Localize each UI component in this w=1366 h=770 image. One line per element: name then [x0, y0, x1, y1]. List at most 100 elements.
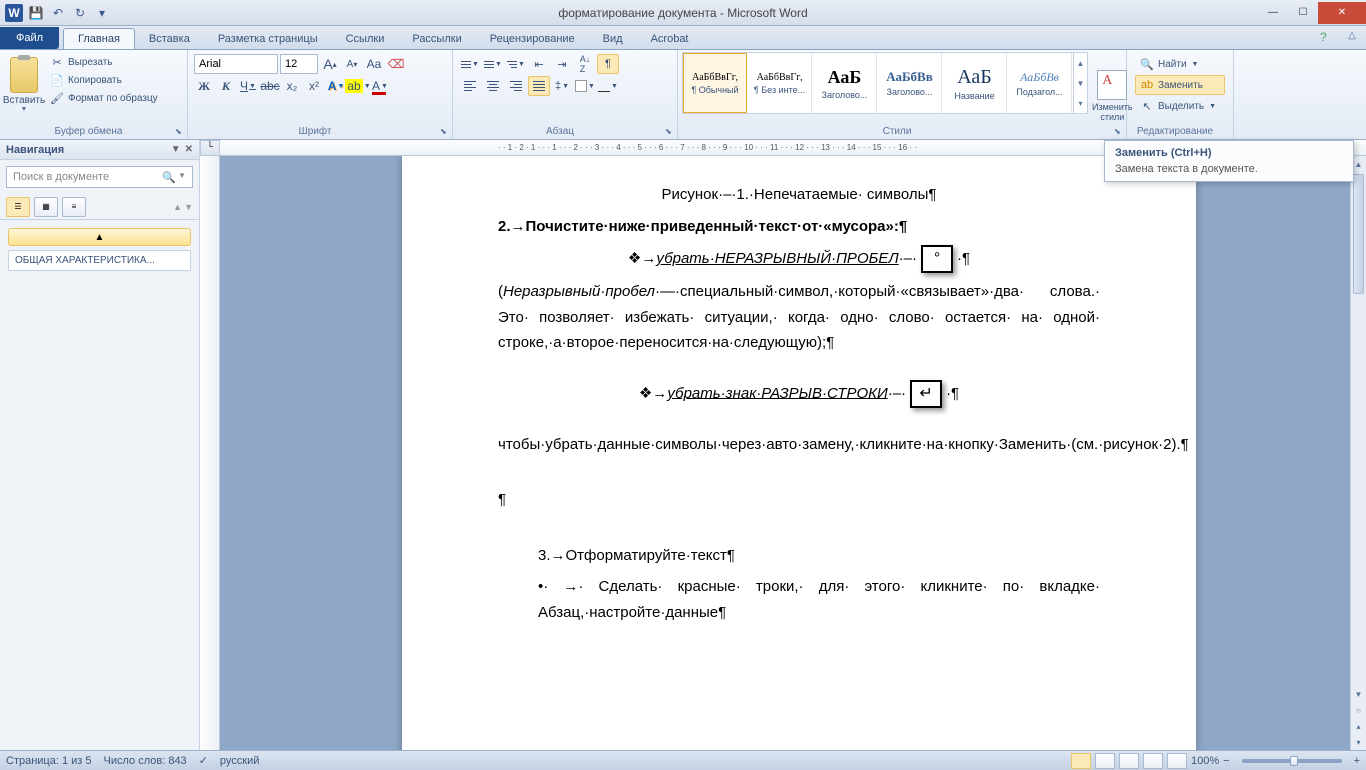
style-normal[interactable]: АаБбВвГг,¶ Обычный: [683, 53, 747, 113]
zoom-level[interactable]: 100%: [1191, 755, 1219, 767]
strike-button[interactable]: abc: [260, 76, 280, 96]
view-draft[interactable]: [1167, 753, 1187, 769]
ribbon-collapse-icon[interactable]: △: [1348, 30, 1356, 41]
view-full-screen[interactable]: [1095, 753, 1115, 769]
scroll-down-button[interactable]: ▼: [1351, 686, 1366, 702]
view-web-layout[interactable]: [1119, 753, 1139, 769]
change-case-button[interactable]: Aa: [364, 54, 384, 74]
show-formatting-button[interactable]: ¶: [597, 54, 619, 74]
nav-prev-icon[interactable]: ▲: [173, 202, 182, 212]
browse-object-button[interactable]: ○: [1351, 702, 1366, 718]
grow-font-button[interactable]: A▴: [320, 54, 340, 74]
underline-button[interactable]: Ч▼: [238, 76, 258, 96]
styles-expand[interactable]: ▾: [1074, 93, 1087, 113]
tab-view[interactable]: Вид: [589, 29, 637, 49]
shading-button[interactable]: ▼: [574, 76, 596, 96]
nav-search-input[interactable]: Поиск в документе 🔍▼: [6, 166, 193, 188]
font-name-combo[interactable]: [194, 54, 278, 74]
status-words[interactable]: Число слов: 843: [104, 755, 187, 767]
nav-close-icon[interactable]: ✕: [185, 144, 193, 155]
borders-button[interactable]: ▼: [597, 76, 619, 96]
sort-button[interactable]: A↓Z: [574, 54, 596, 74]
status-page[interactable]: Страница: 1 из 5: [6, 755, 92, 767]
nav-tab-headings[interactable]: ☰: [6, 197, 30, 217]
multilevel-button[interactable]: ▼: [505, 54, 527, 74]
nav-tab-results[interactable]: ≡: [62, 197, 86, 217]
document-scroll[interactable]: Рисунок·–·1.·Непечатаемые· символы¶ 2.→П…: [220, 156, 1350, 750]
minimize-button[interactable]: —: [1258, 2, 1288, 24]
prev-page-button[interactable]: ▴: [1351, 718, 1366, 734]
next-page-button[interactable]: ▾: [1351, 734, 1366, 750]
tab-mailings[interactable]: Рассылки: [398, 29, 475, 49]
paste-button[interactable]: Вставить ▼: [4, 52, 44, 118]
italic-button[interactable]: К: [216, 76, 236, 96]
superscript-button[interactable]: x²: [304, 76, 324, 96]
line-spacing-button[interactable]: ‡▼: [551, 76, 573, 96]
help-icon[interactable]: ?: [1320, 30, 1336, 46]
clipboard-launcher[interactable]: ⬊: [175, 127, 185, 137]
align-right-button[interactable]: [505, 76, 527, 96]
nav-menu-icon[interactable]: ▼: [171, 144, 181, 155]
ruler-corner[interactable]: └: [200, 140, 220, 156]
style-heading1[interactable]: АаБЗаголово...: [813, 53, 877, 113]
bold-button[interactable]: Ж: [194, 76, 214, 96]
close-button[interactable]: ✕: [1318, 2, 1366, 24]
paragraph-launcher[interactable]: ⬊: [665, 127, 675, 137]
vertical-scrollbar[interactable]: ▲ ▼ ○ ▴ ▾: [1350, 156, 1366, 750]
numbering-button[interactable]: ▼: [482, 54, 504, 74]
font-launcher[interactable]: ⬊: [440, 127, 450, 137]
word-logo[interactable]: W: [4, 3, 24, 23]
view-print-layout[interactable]: [1071, 753, 1091, 769]
subscript-button[interactable]: x₂: [282, 76, 302, 96]
zoom-thumb[interactable]: [1290, 756, 1298, 766]
view-outline[interactable]: [1143, 753, 1163, 769]
format-painter-button[interactable]: 🖌Формат по образцу: [48, 90, 160, 106]
tab-file[interactable]: Файл: [0, 27, 59, 49]
nav-tab-pages[interactable]: ▦: [34, 197, 58, 217]
document-page[interactable]: Рисунок·–·1.·Непечатаемые· символы¶ 2.→П…: [402, 156, 1196, 750]
find-button[interactable]: 🔍Найти▼: [1135, 54, 1225, 74]
align-center-button[interactable]: [482, 76, 504, 96]
increase-indent-button[interactable]: ⇥: [551, 54, 573, 74]
zoom-in-button[interactable]: +: [1354, 755, 1360, 767]
cut-button[interactable]: ✂Вырезать: [48, 54, 160, 70]
save-button[interactable]: 💾: [26, 3, 46, 23]
style-subtitle[interactable]: АаБбВвПодзагол...: [1008, 53, 1072, 113]
clear-formatting-button[interactable]: ⌫: [386, 54, 406, 74]
copy-button[interactable]: 📄Копировать: [48, 72, 160, 88]
status-language[interactable]: русский: [220, 755, 259, 767]
tab-home[interactable]: Главная: [63, 28, 135, 49]
redo-button[interactable]: ↻: [70, 3, 90, 23]
nav-next-icon[interactable]: ▼: [184, 202, 193, 212]
shrink-font-button[interactable]: A▾: [342, 54, 362, 74]
decrease-indent-button[interactable]: ⇤: [528, 54, 550, 74]
nav-outline-item[interactable]: ОБЩАЯ ХАРАКТЕРИСТИКА...: [8, 250, 191, 271]
status-proofing-icon[interactable]: ✓: [199, 754, 208, 767]
tab-review[interactable]: Рецензирование: [476, 29, 589, 49]
tab-acrobat[interactable]: Acrobat: [637, 29, 703, 49]
search-dropdown-icon[interactable]: ▼: [178, 171, 186, 184]
font-size-combo[interactable]: [280, 54, 318, 74]
highlight-button[interactable]: ab▼: [348, 76, 368, 96]
justify-button[interactable]: [528, 76, 550, 96]
nav-collapse-bar[interactable]: ▲: [8, 228, 191, 246]
vertical-ruler[interactable]: [200, 156, 220, 750]
scroll-thumb[interactable]: [1353, 174, 1364, 294]
replace-button[interactable]: abЗаменить: [1135, 75, 1225, 95]
zoom-slider[interactable]: [1242, 759, 1342, 763]
font-color-button[interactable]: A▼: [370, 76, 390, 96]
zoom-out-button[interactable]: −: [1223, 755, 1229, 767]
align-left-button[interactable]: [459, 76, 481, 96]
bullets-button[interactable]: ▼: [459, 54, 481, 74]
tab-page-layout[interactable]: Разметка страницы: [204, 29, 332, 49]
text-effects-button[interactable]: A▼: [326, 76, 346, 96]
search-icon[interactable]: 🔍: [162, 171, 176, 184]
tab-references[interactable]: Ссылки: [332, 29, 399, 49]
styles-row-down[interactable]: ▼: [1074, 73, 1087, 93]
undo-button[interactable]: ↶: [48, 3, 68, 23]
style-title[interactable]: АаБНазвание: [943, 53, 1007, 113]
tab-insert[interactable]: Вставка: [135, 29, 204, 49]
select-button[interactable]: ↖Выделить▼: [1135, 96, 1225, 116]
maximize-button[interactable]: ☐: [1288, 2, 1318, 24]
style-no-spacing[interactable]: АаБбВвГг,¶ Без инте...: [748, 53, 812, 113]
